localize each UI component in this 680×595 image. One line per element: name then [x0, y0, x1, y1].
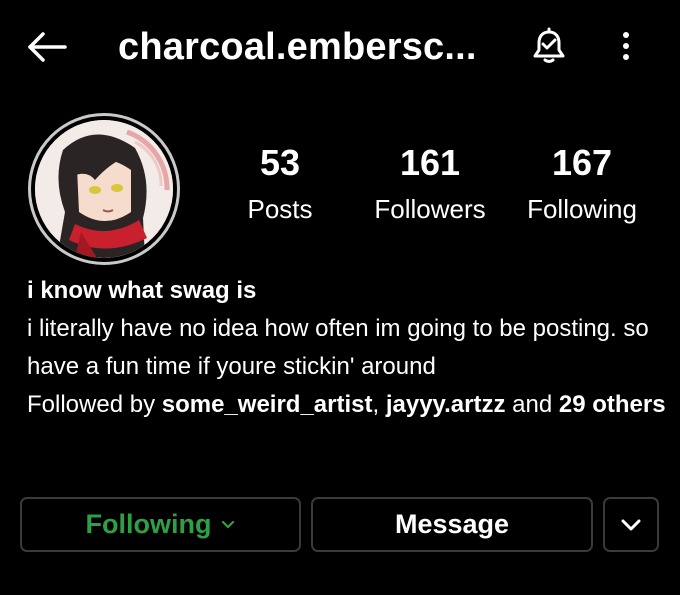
followers-stat[interactable]: 161 Followers — [355, 140, 505, 226]
profile-username: charcoal.embersc... — [118, 26, 477, 68]
following-label: Following — [527, 194, 637, 224]
followed-by-prefix: Followed by — [27, 391, 162, 418]
posts-stat[interactable]: 53 Posts — [205, 140, 355, 226]
bio-display-name: i know what swag is — [27, 277, 257, 304]
notifications-button[interactable] — [527, 24, 571, 68]
back-button[interactable] — [24, 24, 70, 70]
arrow-left-icon — [28, 32, 67, 62]
bio-text: i literally have no idea how often im go… — [27, 315, 649, 380]
followed-by-separator: , — [372, 391, 386, 418]
avatar-image — [35, 120, 173, 258]
bell-icon — [533, 27, 565, 63]
following-button[interactable]: Following — [20, 497, 301, 552]
followers-label: Followers — [374, 194, 486, 224]
followed-by-and: and — [505, 391, 559, 418]
top-bar: charcoal.embersc... — [0, 0, 680, 95]
more-options-button[interactable] — [606, 24, 646, 68]
followed-by-user-link[interactable]: some_weird_artist — [162, 391, 373, 418]
followers-count: 161 — [399, 142, 461, 183]
followed-by-others-link[interactable]: 29 others — [559, 391, 666, 418]
message-button-label: Message — [394, 509, 510, 539]
posts-label: Posts — [247, 194, 313, 224]
followed-by-line[interactable]: Followed by some_weird_artist, jayyy.art… — [27, 391, 666, 418]
profile-bio: i know what swag is i literally have no … — [27, 272, 667, 424]
followed-by-user-link[interactable]: jayyy.artzz — [386, 391, 506, 418]
following-stat[interactable]: 167 Following — [507, 140, 657, 226]
posts-count: 53 — [259, 142, 301, 183]
profile-avatar[interactable] — [28, 113, 180, 265]
chevron-down-icon — [621, 519, 641, 530]
suggested-accounts-dropdown-button[interactable] — [603, 497, 659, 552]
following-button-label: Following — [85, 509, 212, 539]
more-vertical-icon — [623, 32, 629, 60]
message-button[interactable]: Message — [311, 497, 593, 552]
following-count: 167 — [551, 142, 613, 183]
chevron-down-icon — [221, 520, 235, 530]
